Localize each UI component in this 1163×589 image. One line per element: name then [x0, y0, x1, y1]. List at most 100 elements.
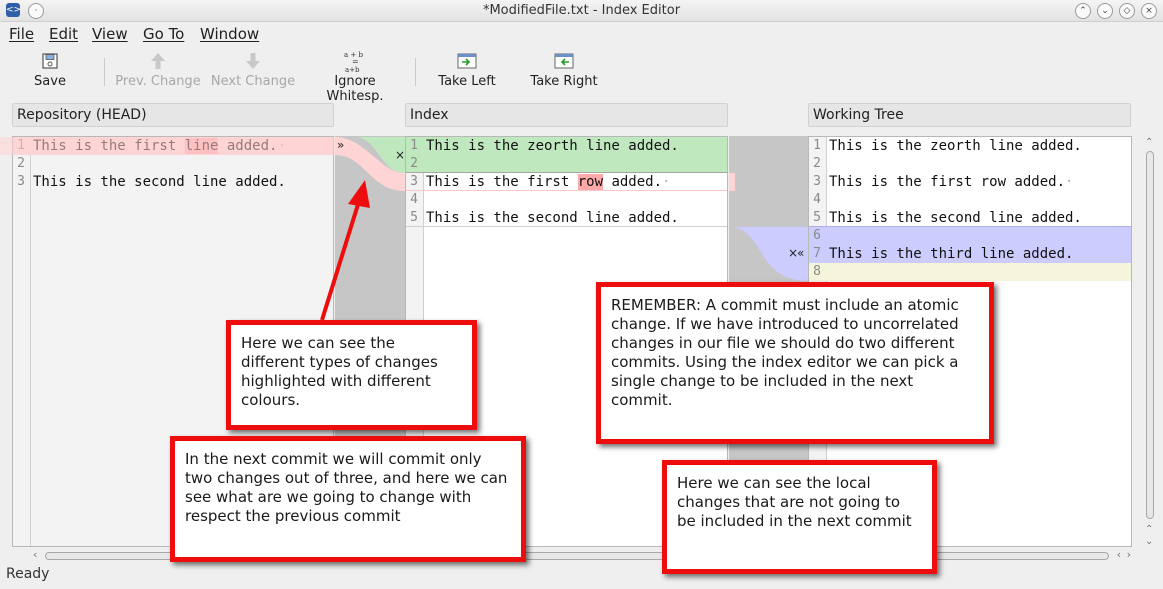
take-left-label: Take Left — [438, 74, 496, 89]
line-text: This is the second line added. — [426, 210, 679, 226]
save-button[interactable]: Save — [22, 48, 78, 89]
discard-change-icon[interactable]: × — [395, 148, 405, 162]
line-text: This is the first row added.· — [426, 173, 670, 191]
index-line-5[interactable]: 5 This is the second line added. — [406, 209, 727, 227]
working-line-5[interactable]: 5 This is the second line added. — [809, 209, 1131, 227]
toolbar-separator — [104, 58, 105, 86]
repository-line-1[interactable]: 1 This is the first line added.· — [13, 137, 333, 155]
working-line-1[interactable]: 1 This is the zeorth line added. — [809, 137, 1131, 155]
line-number: 1 — [17, 138, 25, 153]
working-line-6[interactable]: 6 — [809, 227, 1131, 245]
line-number: 1 — [813, 138, 821, 153]
window-title: *ModifiedFile.txt - Index Editor — [482, 3, 681, 18]
svg-text:a+b: a+b — [345, 66, 360, 73]
repository-line-3[interactable]: 3 This is the second line added. — [13, 173, 333, 191]
title-bar: <> · *ModifiedFile.txt - Index Editor ⌃ … — [0, 0, 1163, 22]
line-number: 1 — [410, 138, 418, 153]
ignore-whitespace-icon: a + b=a+b — [344, 51, 363, 73]
svg-text:=: = — [352, 57, 359, 66]
menu-go-to[interactable]: Go To — [143, 25, 184, 43]
changed-word: row — [577, 174, 604, 190]
repository-pane-title: Repository (HEAD) — [12, 103, 334, 127]
take-left-button[interactable]: Take Left — [436, 48, 498, 89]
take-left-icon — [457, 53, 477, 69]
repository-line-2[interactable]: 2 — [13, 155, 333, 173]
line-number: 3 — [17, 174, 25, 189]
line-text: This is the second line added. — [33, 174, 286, 190]
line-number: 7 — [813, 246, 821, 261]
scrollbar-thumb[interactable] — [1146, 151, 1154, 519]
working-line-3[interactable]: 3 This is the first row added.· — [809, 173, 1131, 191]
index-line-1[interactable]: 1 This is the zeorth line added. — [406, 137, 727, 155]
take-right-icon — [554, 53, 574, 69]
callout-colours: Here we can see the different types of c… — [226, 320, 477, 430]
chevron-right-icon[interactable]: › — [1127, 548, 1131, 561]
working-line-8[interactable]: 8 — [809, 263, 1131, 281]
chevron-left-icon[interactable]: ‹ — [33, 548, 37, 561]
callout-local-changes: Here we can see the local changes that a… — [662, 460, 937, 574]
line-text: This is the zeorth line added. — [829, 138, 1082, 154]
minimize-icon[interactable]: ⌃ — [1075, 3, 1091, 19]
save-label: Save — [34, 74, 66, 89]
line-text-pre: This is the first — [426, 174, 578, 190]
line-text: This is the first row added.· — [829, 173, 1073, 191]
whitespace-marker: · — [1065, 174, 1074, 190]
prev-change-label: Prev. Change — [115, 74, 201, 89]
chevron-up-icon[interactable]: ⌃ — [1145, 137, 1153, 148]
line-text: This is the zeorth line added. — [426, 138, 679, 154]
line-text-pre: This is the first — [33, 138, 185, 154]
line-text: This is the second line added. — [829, 210, 1082, 226]
line-number: 2 — [410, 156, 418, 171]
close-icon[interactable]: × — [1141, 3, 1157, 19]
menu-bar: File Edit View Go To Window — [0, 22, 1163, 46]
working-line-2[interactable]: 2 — [809, 155, 1131, 173]
line-number: 2 — [813, 156, 821, 171]
working-line-4[interactable]: 4 — [809, 191, 1131, 209]
whitespace-marker: · — [277, 138, 286, 154]
menu-file[interactable]: File — [9, 25, 34, 43]
take-right-button[interactable]: Take Right — [529, 48, 599, 89]
menu-view[interactable]: View — [92, 25, 128, 43]
status-text: Ready — [6, 566, 50, 582]
take-left-arrow-icon[interactable]: « — [797, 246, 804, 260]
line-number: 2 — [17, 156, 25, 171]
line-number: 5 — [410, 210, 418, 225]
line-number: 5 — [813, 210, 821, 225]
arrow-down-icon — [246, 53, 260, 69]
index-line-2[interactable]: 2 — [406, 155, 727, 173]
callout-next-commit: In the next commit we will commit only t… — [170, 436, 526, 562]
working-line-7[interactable]: 7 This is the third line added. — [809, 245, 1131, 263]
maximize-icon[interactable]: ◇ — [1119, 3, 1135, 19]
ignore-whitespace-label: Ignore Whitesp. — [326, 74, 384, 104]
chevron-left-icon[interactable]: ‹ — [1117, 548, 1121, 561]
chevron-down-icon[interactable]: ⌄ — [1097, 3, 1113, 19]
line-text: This is the first line added.· — [33, 137, 286, 155]
line-number: 4 — [813, 192, 821, 207]
save-icon — [42, 53, 58, 69]
vertical-scrollbar[interactable]: ⌃ ⌃ ⌄ — [1143, 137, 1157, 547]
take-right-arrow-icon[interactable]: » — [337, 138, 344, 152]
line-number: 8 — [813, 264, 821, 279]
menu-edit[interactable]: Edit — [49, 25, 78, 43]
index-line-3[interactable]: 3 This is the first row added.· — [406, 173, 727, 191]
index-pane-title: Index — [405, 103, 728, 127]
prev-change-button[interactable]: Prev. Change — [114, 48, 202, 89]
toolbar-separator — [415, 58, 416, 86]
index-line-4[interactable]: 4 — [406, 191, 727, 209]
arrow-up-icon — [151, 53, 165, 69]
ignore-whitespace-button[interactable]: a + b = a+b Ignore Whitesp. — [304, 48, 406, 104]
chevron-down-icon[interactable]: ⌄ — [1145, 536, 1153, 547]
line-text: This is the third line added. — [829, 246, 1074, 262]
line-text-post: added. — [218, 138, 278, 154]
toolbar: Save Prev. Change Next Change a + b = a+b … — [0, 48, 1163, 104]
whitespace-marker: · — [662, 174, 671, 190]
changed-word: line — [184, 138, 219, 154]
next-change-label: Next Change — [210, 74, 296, 89]
take-right-label: Take Right — [530, 74, 598, 89]
line-text-main: This is the first row added. — [829, 174, 1066, 190]
chevron-up-icon[interactable]: ⌃ — [1145, 524, 1153, 535]
menu-window[interactable]: Window — [200, 25, 259, 43]
line-number: 3 — [410, 174, 418, 189]
next-change-button[interactable]: Next Change — [210, 48, 296, 89]
callout-remember: REMEMBER: A commit must include an atomi… — [596, 282, 994, 444]
